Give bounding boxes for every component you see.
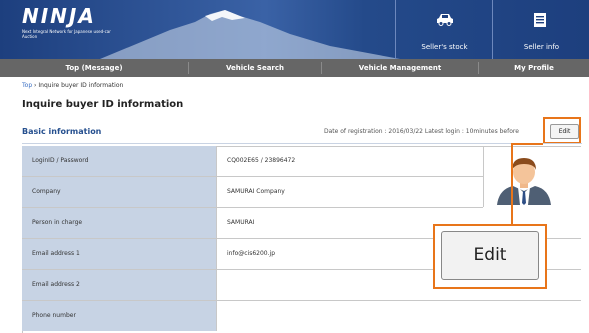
- main-nav: Top (Message) Vehicle Search Vehicle Man…: [0, 59, 589, 77]
- section-title: Basic information: [22, 127, 102, 136]
- mountain-graphic: [100, 10, 400, 59]
- table-row: Phone number: [22, 301, 581, 331]
- nav-item-vehicle-search[interactable]: Vehicle Search: [189, 59, 321, 77]
- car-icon: [437, 14, 453, 26]
- nav-item-vehicle-management[interactable]: Vehicle Management: [322, 59, 478, 77]
- logo-tagline: Next Integral Network for Japanese used-…: [22, 29, 111, 39]
- breadcrumb-current: Inquire buyer ID information: [38, 82, 124, 89]
- table-row: Company SAMURAI Company: [22, 177, 483, 208]
- sellers-stock-label: Seller's stock: [421, 43, 468, 51]
- registration-meta: Date of registration : 2016/03/22 Latest…: [324, 128, 519, 135]
- row-value: SAMURAI Company: [227, 188, 285, 195]
- row-value: SAMURAI: [227, 219, 255, 226]
- row-value: info@cis6200.jp: [227, 250, 275, 257]
- page-title: Inquire buyer ID information: [22, 99, 184, 110]
- sellers-stock-button[interactable]: Seller's stock: [395, 0, 493, 59]
- person-avatar-icon: [497, 158, 551, 205]
- callout-connector: [511, 143, 513, 226]
- row-value: CQ002E65 / 23896472: [227, 157, 296, 164]
- row-label: Email address 2: [22, 270, 217, 300]
- seller-info-button[interactable]: Seller info: [492, 0, 589, 59]
- breadcrumb-top-link[interactable]: Top: [22, 82, 32, 89]
- row-label: LoginID / Password: [22, 146, 217, 176]
- photo-cell-border: [483, 146, 484, 207]
- edit-button[interactable]: Edit: [550, 124, 579, 139]
- seller-info-label: Seller info: [523, 43, 560, 51]
- callout-connector: [511, 143, 543, 145]
- row-label: Person in charge: [22, 208, 217, 238]
- ninja-logo[interactable]: NINJA: [22, 6, 96, 26]
- document-icon: [534, 13, 546, 27]
- row-label: Phone number: [22, 301, 217, 331]
- nav-item-my-profile[interactable]: My Profile: [479, 59, 589, 77]
- section-divider: [22, 143, 582, 144]
- breadcrumb-separator: ›: [34, 82, 37, 89]
- row-label: Email address 1: [22, 239, 217, 269]
- edit-button-zoomed[interactable]: Edit: [441, 231, 539, 280]
- nav-item-top-message[interactable]: Top (Message): [0, 59, 188, 77]
- breadcrumb: Top › Inquire buyer ID information: [22, 82, 123, 89]
- row-label: Company: [22, 177, 217, 207]
- table-row: LoginID / Password CQ002E65 / 23896472: [22, 146, 483, 177]
- site-header: NINJA Next Integral Network for Japanese…: [0, 0, 589, 59]
